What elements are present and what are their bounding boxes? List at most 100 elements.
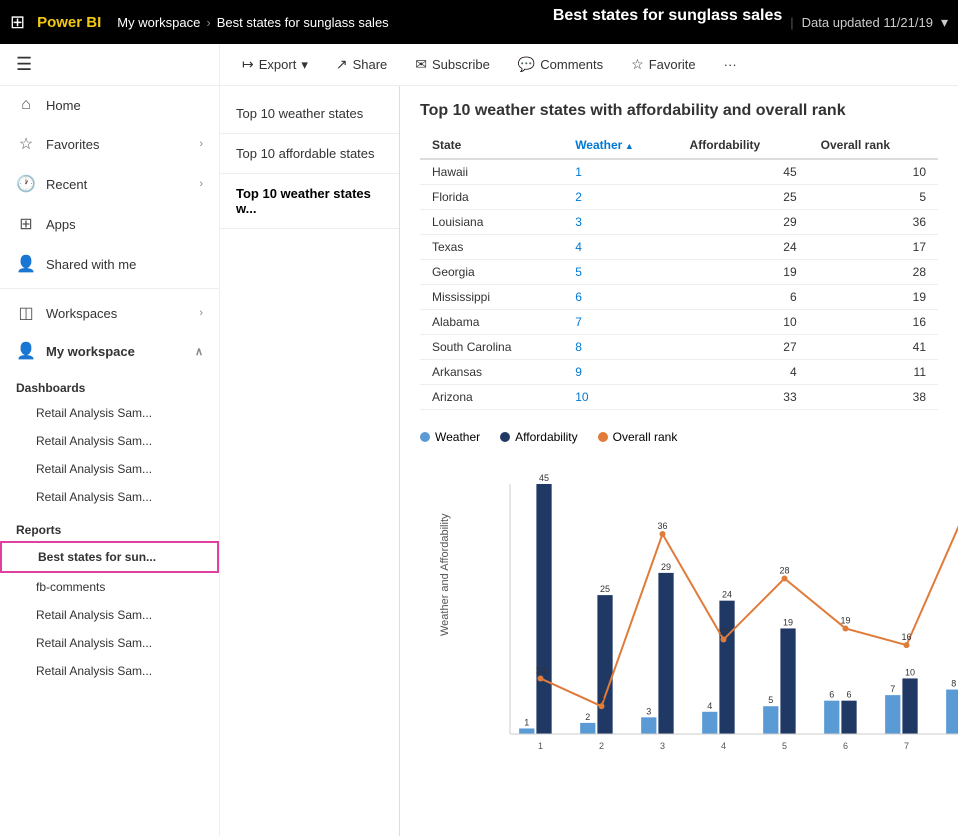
cell-overall: 10 [809,159,938,185]
chart-container: Weather and Affordability 14512252329342… [420,454,938,767]
dashboards-section-header: Dashboards [0,373,219,399]
reports-section-header: Reports [0,515,219,541]
report-page-affordable[interactable]: Top 10 affordable states [220,134,399,174]
svg-text:2: 2 [599,741,604,751]
chevron-right-icon3: › [199,307,203,319]
overall-dot-point [599,703,605,709]
cell-state: Florida [420,185,563,210]
star-icon: ☆ [16,134,36,154]
report-item-best-states[interactable]: Best states for sun... [0,541,219,573]
report-item-retail-3[interactable]: Retail Analysis Sam... [0,657,219,685]
col-overall[interactable]: Overall rank [809,132,938,159]
cell-overall: 36 [809,210,938,235]
favorite-button[interactable]: ☆ Favorite [625,52,702,77]
dashboard-item-4[interactable]: Retail Analysis Sam... [0,483,219,511]
sidebar-item-my-workspace[interactable]: 👤 My workspace ∧ [0,333,219,369]
svg-text:45: 45 [539,473,549,483]
chevron-right-icon: › [199,138,203,150]
overall-dot-point [721,637,727,643]
favorite-label: Favorite [649,57,696,72]
dashboard-item-1[interactable]: Retail Analysis Sam... [0,399,219,427]
person-icon: 👤 [16,341,36,361]
sidebar-item-workspaces[interactable]: ◫ Workspaces › [0,293,219,333]
recent-icon: 🕐 [16,174,36,194]
sidebar-item-recent[interactable]: 🕐 Recent › [0,164,219,204]
export-button[interactable]: ↦ Export ▾ [236,52,314,77]
cell-affordability: 4 [678,360,809,385]
table-row: Mississippi 6 6 19 [420,285,938,310]
more-button[interactable]: ··· [718,53,743,76]
cell-affordability: 29 [678,210,809,235]
col-weather[interactable]: Weather [563,132,677,159]
cell-weather: 3 [563,210,677,235]
dashboard-item-3[interactable]: Retail Analysis Sam... [0,455,219,483]
table-row: Alabama 7 10 16 [420,310,938,335]
svg-text:10: 10 [535,665,545,675]
overall-dot-point [538,675,544,681]
comments-button[interactable]: 💬 Comments [512,52,609,77]
subscribe-button[interactable]: ✉ Subscribe [409,52,496,77]
cell-affordability: 19 [678,260,809,285]
grid-icon[interactable]: ⊞ [10,12,25,33]
bar-weather [519,728,534,734]
legend-affordability-label: Affordability [515,430,577,444]
cell-overall: 11 [809,360,938,385]
sidebar-recent-label: Recent [46,177,189,192]
cell-overall: 5 [809,185,938,210]
sidebar-item-favorites[interactable]: ☆ Favorites › [0,124,219,164]
sidebar-item-shared[interactable]: 👤 Shared with me [0,244,219,284]
cell-weather: 7 [563,310,677,335]
cell-affordability: 10 [678,310,809,335]
col-affordability[interactable]: Affordability [678,132,809,159]
sidebar-item-apps[interactable]: ⊞ Apps [0,204,219,244]
cell-weather: 4 [563,235,677,260]
legend-affordability: Affordability [500,430,577,444]
report-main-title: Top 10 weather states with affordability… [420,102,938,120]
table-row: Georgia 5 19 28 [420,260,938,285]
table-row: Hawaii 1 45 10 [420,159,938,185]
chevron-right-icon2: › [199,178,203,190]
top-nav: ⊞ Power BI My workspace › Best states fo… [0,0,958,44]
dashboard-item-2[interactable]: Retail Analysis Sam... [0,427,219,455]
title-divider: | [790,15,793,30]
workspace-link[interactable]: My workspace [117,15,200,30]
report-item-fb-comments[interactable]: fb-comments [0,573,219,601]
weather-dot [420,432,430,442]
svg-text:6: 6 [829,690,834,700]
report-item-retail-1[interactable]: Retail Analysis Sam... [0,601,219,629]
export-icon: ↦ [242,56,254,73]
home-icon: ⌂ [16,96,36,114]
cell-overall: 19 [809,285,938,310]
shared-icon: 👤 [16,254,36,274]
report-page-weather[interactable]: Top 10 weather states [220,94,399,134]
report-page-combined[interactable]: Top 10 weather states w... [220,174,399,229]
bar-weather [763,706,778,734]
report-content: Top 10 weather states with affordability… [400,86,958,836]
cell-weather: 8 [563,335,677,360]
svg-text:36: 36 [657,521,667,531]
sidebar-home-label: Home [46,98,203,113]
export-label: Export [259,57,297,72]
chevron-down-icon[interactable]: ▾ [941,14,948,31]
svg-text:19: 19 [840,615,850,625]
sidebar-item-home[interactable]: ⌂ Home [0,86,219,124]
hamburger-icon[interactable]: ☰ [16,54,32,74]
report-link[interactable]: Best states for sunglass sales [217,15,389,30]
legend-weather-label: Weather [435,430,480,444]
overall-dot-point [782,575,788,581]
svg-text:8: 8 [951,679,956,689]
table-row: Arizona 10 33 38 [420,385,938,410]
bar-weather [885,695,900,734]
legend-overall: Overall rank [598,430,678,444]
report-pages-panel: Top 10 weather states Top 10 affordable … [220,86,400,836]
share-button[interactable]: ↗ Share [330,52,393,77]
cell-affordability: 45 [678,159,809,185]
report-item-retail-2[interactable]: Retail Analysis Sam... [0,629,219,657]
data-table: State Weather Affordability Overall rank… [420,132,938,410]
table-row: Arkansas 9 4 11 [420,360,938,385]
cell-state: Texas [420,235,563,260]
share-icon: ↗ [336,56,348,73]
overall-dot-point [843,625,849,631]
col-state[interactable]: State [420,132,563,159]
bar-weather [824,701,839,734]
